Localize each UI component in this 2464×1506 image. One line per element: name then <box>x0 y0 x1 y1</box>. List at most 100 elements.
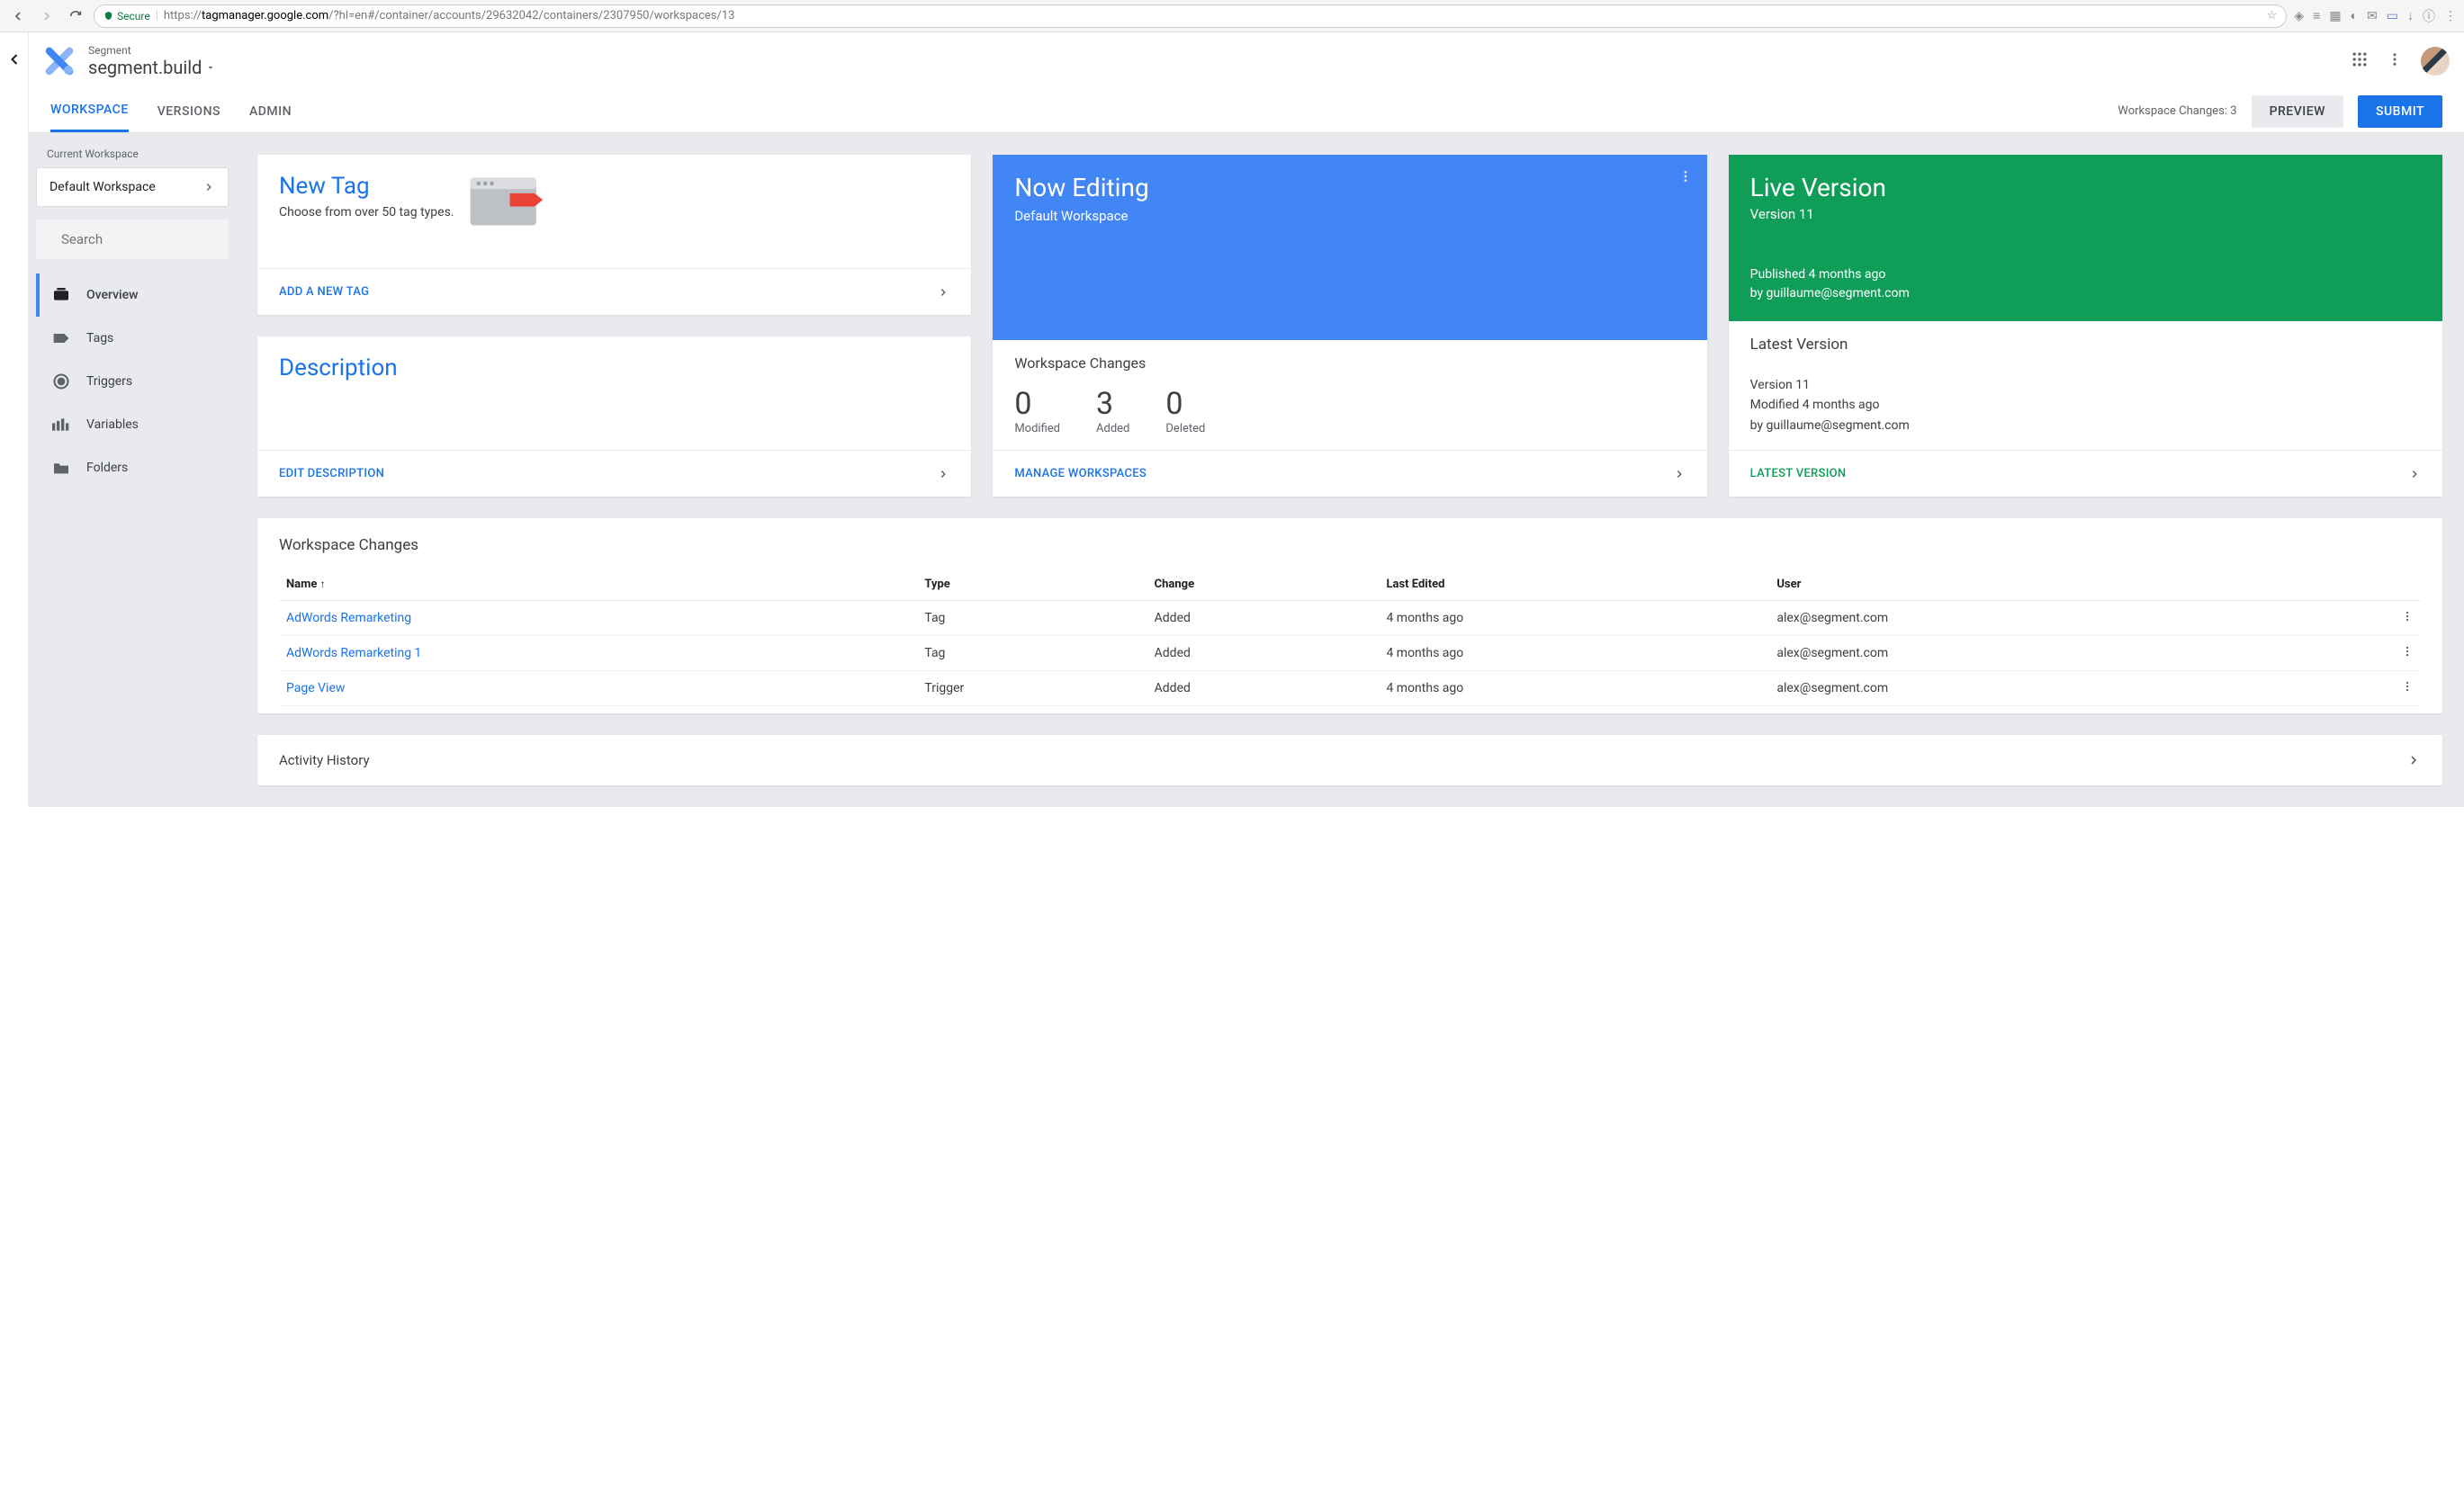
ext-icon[interactable]: ◐ <box>2351 8 2358 23</box>
row-name-link[interactable]: AdWords Remarketing 1 <box>279 636 917 671</box>
row-overflow-menu[interactable] <box>2306 671 2421 706</box>
manage-workspaces-label: MANAGE WORKSPACES <box>1014 467 1147 480</box>
tab-admin[interactable]: ADMIN <box>249 90 292 132</box>
ext-icon[interactable]: ≡ <box>2313 8 2320 23</box>
activity-history-card[interactable]: Activity History <box>257 735 2442 785</box>
chevron-right-icon <box>937 286 949 299</box>
row-overflow-menu[interactable] <box>2306 601 2421 636</box>
chevron-right-icon <box>2408 468 2421 480</box>
new-tag-title: New Tag <box>279 173 454 200</box>
sidebar-item-tags[interactable]: Tags <box>36 317 229 360</box>
now-editing-card: Now Editing Default Workspace Workspace … <box>993 155 1706 497</box>
row-name-link[interactable]: AdWords Remarketing <box>279 601 917 636</box>
ext-icon[interactable]: ◈ <box>2294 9 2304 23</box>
chevron-down-icon <box>205 62 216 73</box>
current-workspace-label: Current Workspace <box>36 148 229 167</box>
row-name-link[interactable]: Page View <box>279 671 917 706</box>
apps-grid-icon[interactable] <box>2351 50 2369 72</box>
trigger-icon <box>52 372 70 390</box>
col-type[interactable]: Type <box>917 569 1147 601</box>
browser-reload-button[interactable] <box>65 5 86 27</box>
edit-description-label: EDIT DESCRIPTION <box>279 467 384 480</box>
app-header: Segment segment.build <box>29 32 2464 90</box>
row-user: alex@segment.com <box>1769 671 2306 706</box>
row-change: Added <box>1147 671 1380 706</box>
browser-menu-icon[interactable]: ⋮ <box>2444 9 2457 23</box>
live-version-title: Live Version <box>1750 173 2421 202</box>
submit-button[interactable]: SUBMIT <box>2358 95 2442 128</box>
search-box[interactable] <box>36 220 229 259</box>
col-user[interactable]: User <box>1769 569 2306 601</box>
activity-history-title: Activity History <box>279 752 370 768</box>
browser-url-bar[interactable]: Secure | https://tagmanager.google.com/?… <box>94 4 2287 28</box>
container-title: segment.build <box>88 57 202 78</box>
sidebar-item-label: Variables <box>86 417 139 432</box>
col-last-edited[interactable]: Last Edited <box>1379 569 1769 601</box>
overflow-menu-icon[interactable] <box>2387 51 2403 71</box>
workspace-selector[interactable]: Default Workspace <box>36 167 229 207</box>
gtm-logo-icon <box>43 45 76 77</box>
card-overflow-menu[interactable] <box>1678 169 1693 187</box>
description-card: Description EDIT DESCRIPTION <box>257 336 971 497</box>
table-title: Workspace Changes <box>279 536 2421 554</box>
row-user: alex@segment.com <box>1769 601 2306 636</box>
ext-icon[interactable]: ↓ <box>2407 8 2414 23</box>
add-new-tag-button[interactable]: ADD A NEW TAG <box>257 268 971 315</box>
row-last-edited: 4 months ago <box>1379 671 1769 706</box>
sidebar-item-overview[interactable]: Overview <box>36 273 229 317</box>
sidebar-item-folders[interactable]: Folders <box>36 446 229 489</box>
browser-forward-button[interactable] <box>36 5 58 27</box>
url-text: https://tagmanager.google.com/?hl=en#/co… <box>164 9 735 22</box>
preview-button[interactable]: PREVIEW <box>2252 95 2343 128</box>
live-version-number: Version 11 <box>1750 206 2421 222</box>
manage-workspaces-button[interactable]: MANAGE WORKSPACES <box>993 450 1706 497</box>
chevron-right-icon <box>202 181 215 193</box>
ext-icon[interactable]: ▭ <box>2387 9 2398 23</box>
latest-version-button[interactable]: LATEST VERSION <box>1729 450 2442 497</box>
chevron-right-icon <box>1673 468 1686 480</box>
latest-modified: Modified 4 months ago <box>1750 395 2421 415</box>
extension-icons: ◈ ≡ ▦ ◐ ✉ ▭ ↓ ⓘ ⋮ <box>2294 7 2457 25</box>
sidebar-item-triggers[interactable]: Triggers <box>36 360 229 403</box>
table-row: AdWords Remarketing 1TagAdded4 months ag… <box>279 636 2421 671</box>
tab-versions[interactable]: VERSIONS <box>157 90 220 132</box>
add-new-tag-label: ADD A NEW TAG <box>279 285 369 299</box>
app-back-button[interactable] <box>0 32 29 807</box>
col-name[interactable]: Name ↑ <box>279 569 917 601</box>
row-last-edited: 4 months ago <box>1379 636 1769 671</box>
stat-deleted: 0 Deleted <box>1165 386 1205 435</box>
published-by: by guillaume@segment.com <box>1750 284 2421 303</box>
ext-icon[interactable]: ▦ <box>2329 9 2341 23</box>
latest-version-heading: Latest Version <box>1729 321 2442 354</box>
stat-modified: 0 Modified <box>1014 386 1060 435</box>
ext-icon[interactable]: ⓘ <box>2423 7 2435 25</box>
row-change: Added <box>1147 636 1380 671</box>
sidebar: Current Workspace Default Workspace Over… <box>29 133 236 807</box>
now-editing-title: Now Editing <box>1014 173 1685 202</box>
latest-version-section: Latest Version Version 11 Modified 4 mon… <box>1729 321 2442 450</box>
main-content: New Tag Choose from over 50 tag types. <box>236 133 2464 807</box>
live-version-card: Live Version Version 11 Published 4 mont… <box>1729 155 2442 497</box>
sidebar-item-label: Overview <box>86 288 138 302</box>
bookmark-star-icon[interactable]: ☆ <box>2267 9 2278 22</box>
user-avatar[interactable] <box>2421 47 2450 76</box>
search-input[interactable] <box>61 231 240 247</box>
tab-workspace[interactable]: WORKSPACE <box>50 90 129 132</box>
container-selector[interactable]: segment.build <box>88 57 216 78</box>
browser-back-button[interactable] <box>7 5 29 27</box>
row-type: Tag <box>917 601 1147 636</box>
changes-table: Name ↑ Type Change Last Edited User AdWo… <box>279 569 2421 706</box>
row-change: Added <box>1147 601 1380 636</box>
sidebar-item-variables[interactable]: Variables <box>36 403 229 446</box>
col-change[interactable]: Change <box>1147 569 1380 601</box>
sidebar-item-label: Triggers <box>86 374 132 389</box>
row-overflow-menu[interactable] <box>2306 636 2421 671</box>
workspace-changes-title: Workspace Changes <box>993 340 1706 372</box>
table-row: AdWords RemarketingTagAdded4 months agoa… <box>279 601 2421 636</box>
browser-chrome: Secure | https://tagmanager.google.com/?… <box>0 0 2464 32</box>
description-title: Description <box>279 354 949 381</box>
overview-icon <box>52 286 70 304</box>
variable-icon <box>52 416 70 434</box>
edit-description-button[interactable]: EDIT DESCRIPTION <box>257 450 971 497</box>
ext-icon[interactable]: ✉ <box>2367 9 2378 23</box>
